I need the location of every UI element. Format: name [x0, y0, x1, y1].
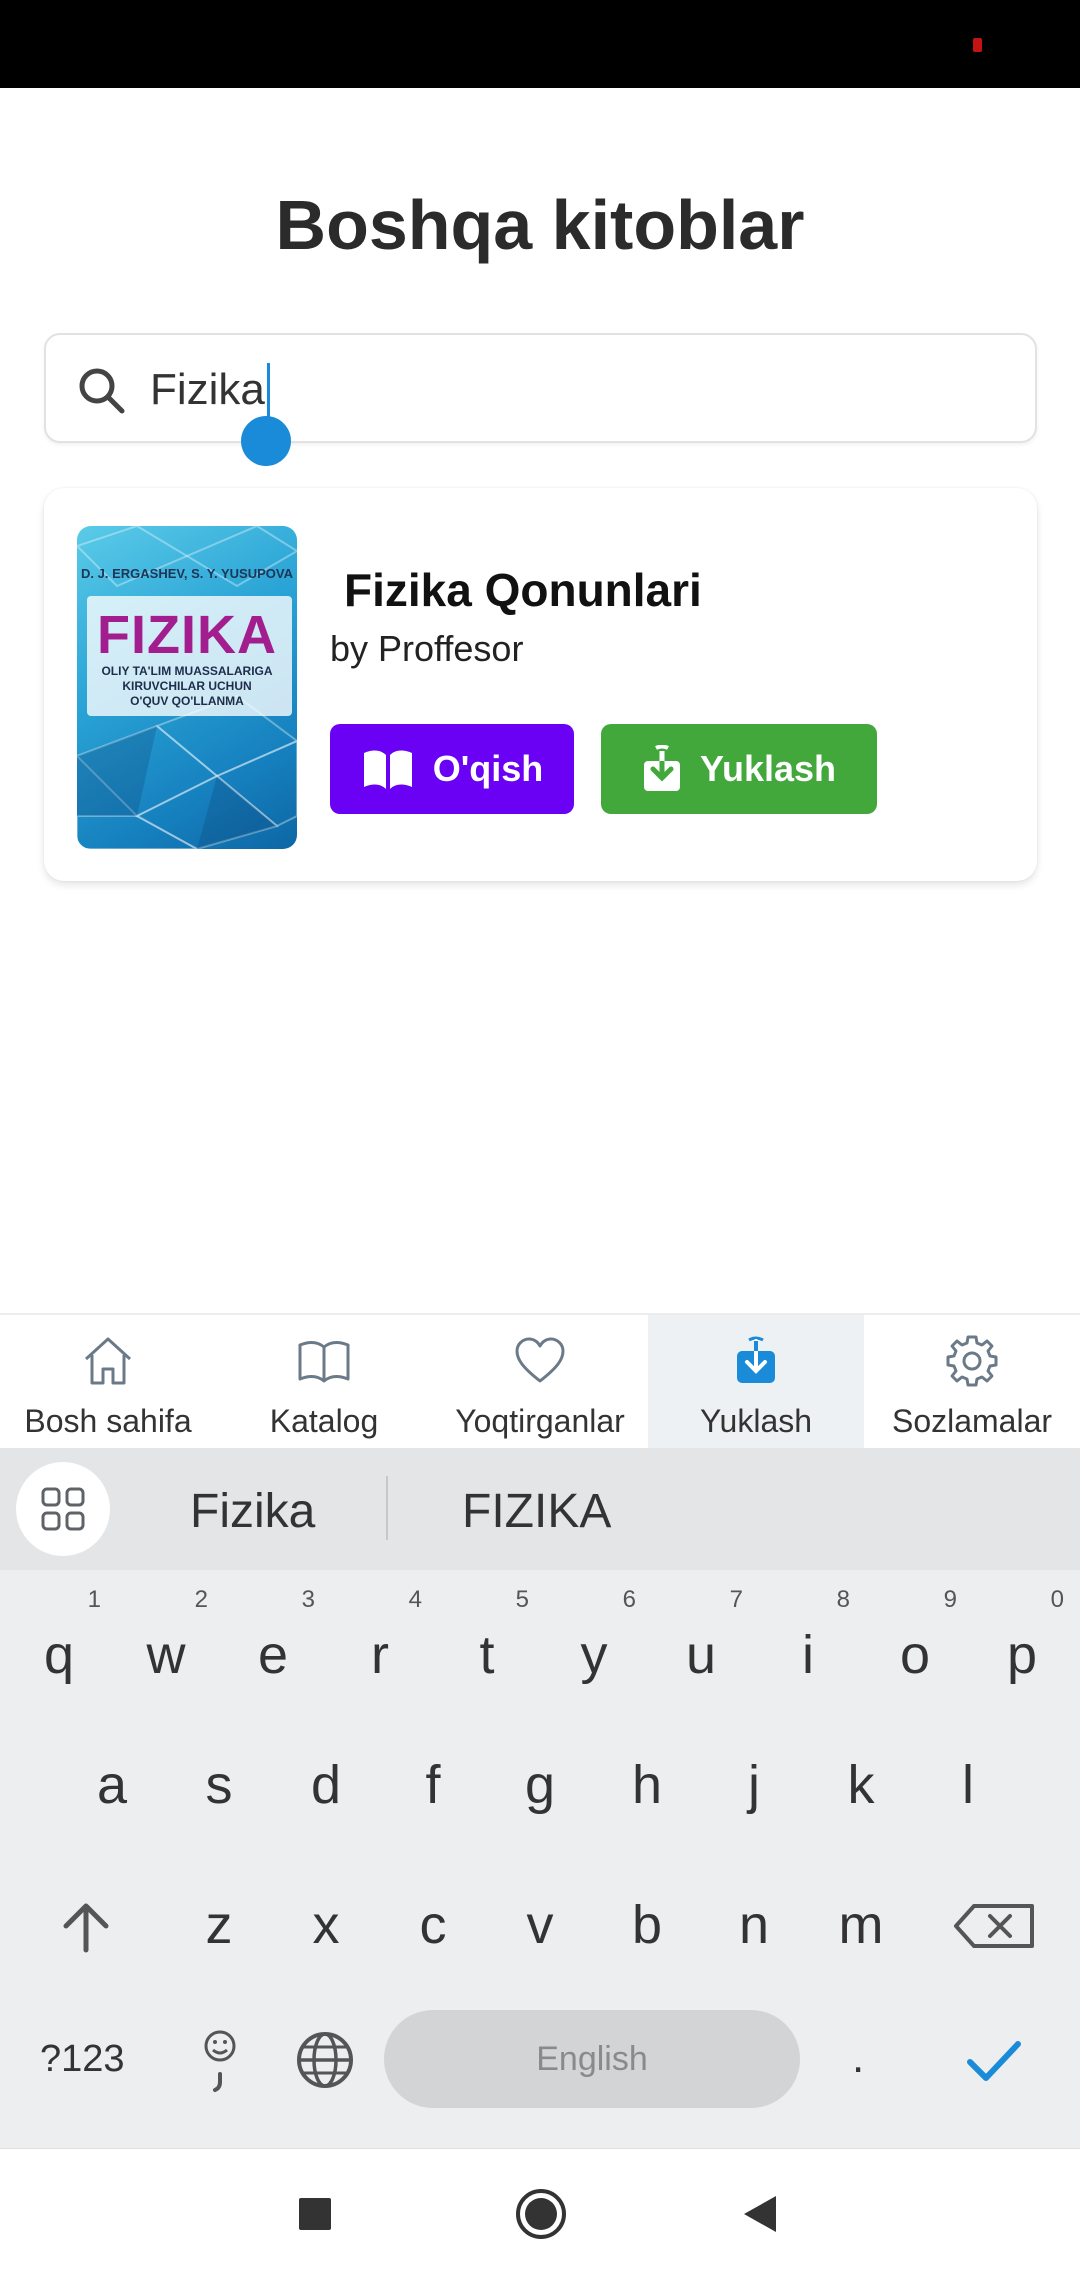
- symbols-key[interactable]: ?123: [40, 2038, 125, 2081]
- key-z[interactable]: z: [169, 1894, 269, 1994]
- soft-keyboard: Fizika FIZIKA 1q 2w 3e 4r 5t 6y 7u 8i 9o…: [0, 1448, 1080, 2148]
- key-t[interactable]: 5t: [437, 1586, 537, 1686]
- nav-label: Katalog: [269, 1403, 379, 1439]
- nav-item-favorites[interactable]: Yoqtirganlar: [432, 1315, 648, 1448]
- recording-indicator-icon: [973, 38, 982, 52]
- key-a[interactable]: a: [62, 1754, 162, 1854]
- book-open-icon: [298, 1341, 350, 1383]
- download-button[interactable]: Yuklash: [601, 724, 877, 814]
- book-cover[interactable]: D. J. ERGASHEV, S. Y. YUSUPOVA FIZIKA OL…: [77, 526, 297, 849]
- key-s[interactable]: s: [169, 1754, 269, 1854]
- suggestion-divider: [386, 1476, 388, 1540]
- download-icon: [643, 745, 680, 791]
- space-key[interactable]: English: [384, 2010, 800, 2108]
- period-key[interactable]: .: [852, 2033, 864, 2083]
- heart-icon: [515, 1337, 565, 1383]
- key-g[interactable]: g: [490, 1754, 590, 1854]
- apps-grid-button[interactable]: [16, 1462, 110, 1556]
- nav-label: Sozlamalar: [891, 1403, 1053, 1439]
- key-i[interactable]: 8i: [758, 1586, 858, 1686]
- home-button-icon[interactable]: [514, 2187, 568, 2241]
- book-title[interactable]: Fizika Qonunlari: [344, 563, 702, 617]
- key-d[interactable]: d: [276, 1754, 376, 1854]
- cover-subtitle: OLIY TA'LIM MUASSALARIGA KIRUVCHILAR UCH…: [101, 664, 273, 708]
- key-p[interactable]: 0p: [972, 1586, 1072, 1686]
- key-r[interactable]: 4r: [330, 1586, 430, 1686]
- nav-label: Yuklash: [699, 1403, 813, 1439]
- download-icon: [737, 1336, 775, 1383]
- nav-item-catalog[interactable]: Katalog: [216, 1315, 432, 1448]
- home-icon: [84, 1337, 132, 1385]
- globe-icon: [297, 2032, 353, 2088]
- status-bar: [0, 0, 1080, 88]
- nav-label: Bosh sahifa: [24, 1403, 192, 1439]
- system-nav-bar: [0, 2148, 1080, 2280]
- text-cursor: [266, 363, 270, 417]
- key-h[interactable]: h: [597, 1754, 697, 1854]
- shift-icon: [63, 1903, 109, 1953]
- key-o[interactable]: 9o: [865, 1586, 965, 1686]
- read-button-label: O'qish: [432, 748, 544, 789]
- key-w[interactable]: 2w: [116, 1586, 216, 1686]
- key-k[interactable]: k: [811, 1754, 911, 1854]
- search-value[interactable]: Fizika: [150, 365, 265, 415]
- back-icon[interactable]: [740, 2193, 780, 2235]
- emoji-icon: [204, 2030, 236, 2092]
- key-u[interactable]: 7u: [651, 1586, 751, 1686]
- page-title: Boshqa kitoblar: [275, 186, 805, 264]
- key-x[interactable]: x: [276, 1894, 376, 1994]
- key-v[interactable]: v: [490, 1894, 590, 1994]
- key-y[interactable]: 6y: [544, 1586, 644, 1686]
- nav-item-home[interactable]: Bosh sahifa: [0, 1315, 216, 1448]
- bottom-nav: Bosh sahifa Katalog Yoqtirganlar Yuklash: [0, 1313, 1080, 1448]
- recents-icon[interactable]: [296, 2195, 334, 2233]
- nav-item-downloads[interactable]: Yuklash: [648, 1315, 864, 1448]
- key-f[interactable]: f: [383, 1754, 483, 1854]
- search-input[interactable]: Fizika: [44, 333, 1037, 443]
- suggestion-bar: Fizika FIZIKA: [0, 1448, 1080, 1570]
- key-l[interactable]: l: [918, 1754, 1018, 1854]
- nav-label: Yoqtirganlar: [455, 1403, 625, 1439]
- suggestion-item[interactable]: FIZIKA: [462, 1484, 611, 1539]
- emoji-key[interactable]: [170, 2012, 270, 2112]
- book-card[interactable]: D. J. ERGASHEV, S. Y. YUSUPOVA FIZIKA OL…: [44, 488, 1037, 881]
- book-open-icon: [363, 750, 412, 789]
- key-q[interactable]: 1q: [9, 1586, 109, 1686]
- suggestion-item[interactable]: Fizika: [190, 1484, 315, 1539]
- language-key[interactable]: [275, 2010, 375, 2110]
- cover-authors: D. J. ERGASHEV, S. Y. YUSUPOVA: [81, 566, 293, 581]
- grid-icon: [41, 1487, 85, 1531]
- book-author: by Proffesor: [330, 628, 524, 669]
- key-j[interactable]: j: [704, 1754, 804, 1854]
- cursor-handle[interactable]: [241, 416, 291, 466]
- key-n[interactable]: n: [704, 1894, 804, 1994]
- search-icon: [79, 368, 125, 414]
- key-b[interactable]: b: [597, 1894, 697, 1994]
- key-e[interactable]: 3e: [223, 1586, 323, 1686]
- key-m[interactable]: m: [811, 1894, 911, 1994]
- checkmark-icon: [967, 2041, 1021, 2081]
- enter-key[interactable]: [944, 2010, 1044, 2110]
- key-c[interactable]: c: [383, 1894, 483, 1994]
- shift-key[interactable]: [36, 1894, 136, 1994]
- download-button-label: Yuklash: [699, 748, 837, 789]
- nav-item-settings[interactable]: Sozlamalar: [864, 1315, 1080, 1448]
- read-button[interactable]: O'qish: [330, 724, 574, 814]
- cover-title: FIZIKA: [97, 605, 277, 665]
- gear-icon: [946, 1335, 998, 1387]
- backspace-key[interactable]: [944, 1894, 1044, 1994]
- backspace-icon: [954, 1904, 1034, 1948]
